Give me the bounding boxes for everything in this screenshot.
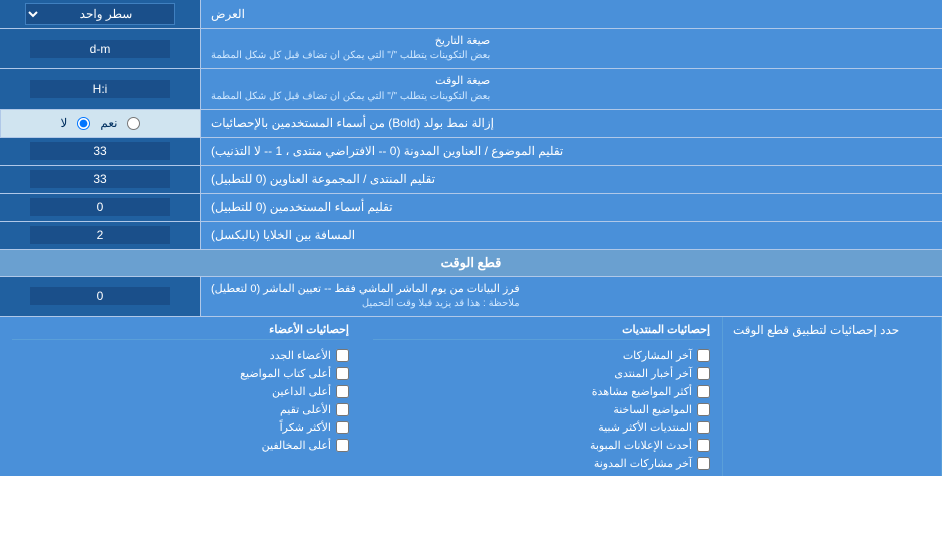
bold-no-radio[interactable]: [77, 117, 90, 130]
trim-usernames-row: تقليم أسماء المستخدمين (0 للتطبيل): [0, 194, 942, 222]
trim-usernames-input[interactable]: [30, 198, 170, 216]
cutoff-section-header: قطع الوقت: [0, 250, 942, 277]
checkbox-top-writers-input[interactable]: [336, 367, 349, 380]
trim-usernames-label: تقليم أسماء المستخدمين (0 للتطبيل): [200, 194, 942, 221]
time-format-label: صيغة الوقت بعض التكوينات يتطلب "/" التي …: [200, 69, 942, 108]
date-format-label: صيغة التاريخ بعض التكوينات يتطلب "/" الت…: [200, 29, 942, 68]
display-select[interactable]: سطر واحد سطران ثلاثة أسطر: [25, 3, 175, 25]
member-stats-title: إحصائيات الأعضاء: [12, 323, 349, 340]
checkbox-classifieds: أحدث الإعلانات المبوبة: [373, 439, 710, 452]
forum-stats-title: إحصائيات المنتديات: [373, 323, 710, 340]
trim-forum-input-cell: [0, 166, 200, 193]
checkbox-top-rated: الأعلى تقيم: [12, 403, 349, 416]
time-format-row: صيغة الوقت بعض التكوينات يتطلب "/" التي …: [0, 69, 942, 109]
checkbox-last-news: آخر أخبار المنتدى: [373, 367, 710, 380]
main-container: العرض سطر واحد سطران ثلاثة أسطر صيغة الت…: [0, 0, 942, 476]
trim-subject-label: تقليم الموضوع / العناوين المدونة (0 -- ا…: [200, 138, 942, 165]
checkbox-hot-topics: المواضيع الساخنة: [373, 403, 710, 416]
cutoff-data-input-cell: [0, 277, 200, 316]
checkbox-top-rated-input[interactable]: [336, 403, 349, 416]
checkbox-top-violations: أعلى المخالفين: [12, 439, 349, 452]
checkbox-classifieds-input[interactable]: [697, 439, 710, 452]
checkboxes-section: حدد إحصائيات لتطبيق قطع الوقت إحصائيات ا…: [0, 317, 942, 476]
bold-remove-row: إزالة نمط بولد (Bold) من أسماء المستخدمي…: [0, 110, 942, 138]
checkbox-last-posts: آخر المشاركات: [373, 349, 710, 362]
checkbox-most-viewed-input[interactable]: [697, 385, 710, 398]
cell-spacing-row: المسافة بين الخلايا (بالبكسل): [0, 222, 942, 250]
checkbox-most-thanks-input[interactable]: [336, 421, 349, 434]
display-select-cell: سطر واحد سطران ثلاثة أسطر: [0, 0, 200, 28]
checkbox-top-writers: أعلى كتاب المواضيع: [12, 367, 349, 380]
checkbox-most-viewed: أكثر المواضيع مشاهدة: [373, 385, 710, 398]
date-format-row: صيغة التاريخ بعض التكوينات يتطلب "/" الت…: [0, 29, 942, 69]
checkbox-top-violations-input[interactable]: [336, 439, 349, 452]
checkbox-top-inviters-input[interactable]: [336, 385, 349, 398]
checkbox-last-news-input[interactable]: [697, 367, 710, 380]
cutoff-apply-label: حدد إحصائيات لتطبيق قطع الوقت: [722, 317, 942, 476]
bold-remove-radio-cell: نعم لا: [0, 110, 200, 137]
date-format-input[interactable]: [30, 40, 170, 58]
cutoff-data-label: فرز البيانات من يوم الماشر الماشي فقط --…: [200, 277, 942, 316]
time-format-input-cell: [0, 69, 200, 108]
forum-stats-col: إحصائيات المنتديات آخر المشاركات آخر أخب…: [361, 317, 722, 476]
trim-forum-row: تقليم المنتدى / المجموعة العناوين (0 للت…: [0, 166, 942, 194]
checkbox-hot-topics-input[interactable]: [697, 403, 710, 416]
cutoff-data-input[interactable]: [30, 287, 170, 305]
date-format-input-cell: [0, 29, 200, 68]
checkbox-most-thanks: الأكثر شكراً: [12, 421, 349, 434]
display-label: العرض: [200, 0, 942, 28]
time-format-input[interactable]: [30, 80, 170, 98]
checkbox-blog-posts: آخر مشاركات المدونة: [373, 457, 710, 470]
trim-subject-input[interactable]: [30, 142, 170, 160]
cell-spacing-input-cell: [0, 222, 200, 249]
member-stats-col: إحصائيات الأعضاء الأعضاء الجدد أعلى كتاب…: [0, 317, 361, 476]
bold-no-label: لا: [61, 116, 68, 130]
checkbox-similar-forums: المنتديات الأكثر شبية: [373, 421, 710, 434]
checkbox-new-members-input[interactable]: [336, 349, 349, 362]
checkbox-blog-posts-input[interactable]: [697, 457, 710, 470]
checkbox-top-inviters: أعلى الداعين: [12, 385, 349, 398]
checkbox-last-posts-input[interactable]: [697, 349, 710, 362]
display-row: العرض سطر واحد سطران ثلاثة أسطر: [0, 0, 942, 29]
cell-spacing-input[interactable]: [30, 226, 170, 244]
bold-yes-radio[interactable]: [127, 117, 140, 130]
bold-yes-label: نعم: [100, 116, 117, 130]
checkbox-new-members: الأعضاء الجدد: [12, 349, 349, 362]
trim-forum-label: تقليم المنتدى / المجموعة العناوين (0 للت…: [200, 166, 942, 193]
trim-forum-input[interactable]: [30, 170, 170, 188]
cell-spacing-label: المسافة بين الخلايا (بالبكسل): [200, 222, 942, 249]
bold-remove-label: إزالة نمط بولد (Bold) من أسماء المستخدمي…: [200, 110, 942, 137]
cutoff-data-row: فرز البيانات من يوم الماشر الماشي فقط --…: [0, 277, 942, 317]
checkbox-similar-forums-input[interactable]: [697, 421, 710, 434]
trim-usernames-input-cell: [0, 194, 200, 221]
trim-subject-input-cell: [0, 138, 200, 165]
trim-subject-row: تقليم الموضوع / العناوين المدونة (0 -- ا…: [0, 138, 942, 166]
